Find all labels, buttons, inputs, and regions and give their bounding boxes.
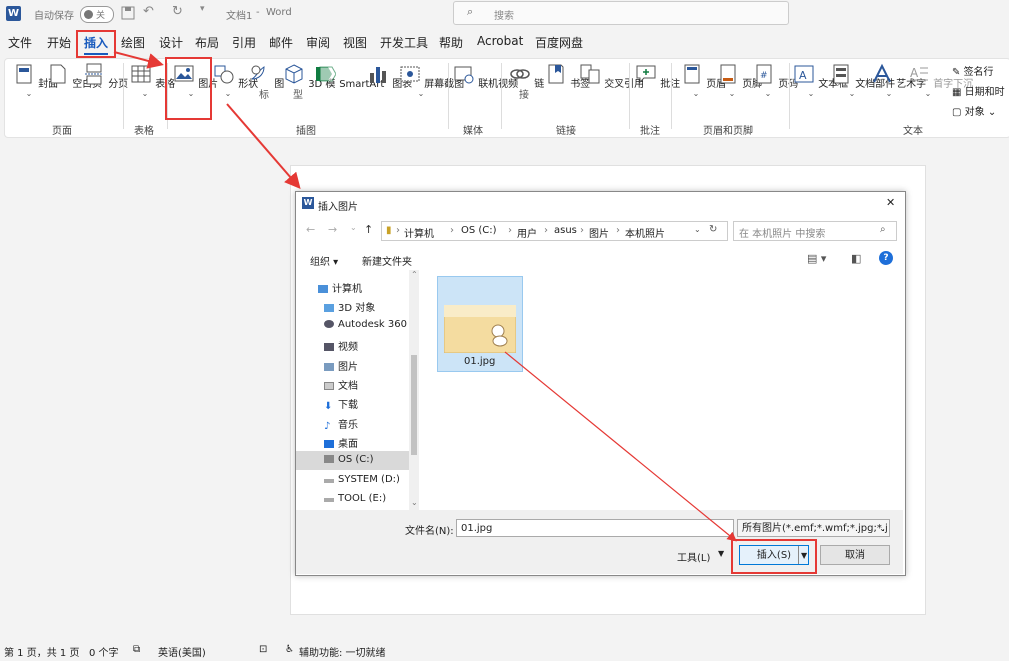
macro-icon[interactable]: ⊡ [259, 644, 267, 655]
accessibility-icon: ♿ [285, 644, 294, 655]
accessibility-status[interactable]: 辅助功能: 一切就绪 [299, 644, 386, 659]
arrow-insert-to-picture [113, 51, 164, 69]
arrow-file-to-insert [504, 351, 737, 542]
page-count[interactable]: 第 1 页，共 1 页 [4, 644, 79, 659]
word-count[interactable]: 0 个字 [89, 644, 119, 659]
arrow-picture-to-dialog [226, 103, 301, 190]
language[interactable]: 英语(美国) [158, 644, 206, 659]
proofing-icon[interactable]: ⧉ [133, 644, 140, 655]
annotation-arrows [113, 51, 737, 542]
status-bar: 第 1 页，共 1 页 0 个字 ⧉ 英语(美国) ⊡ ♿ 辅助功能: 一切就绪 [0, 640, 1009, 661]
